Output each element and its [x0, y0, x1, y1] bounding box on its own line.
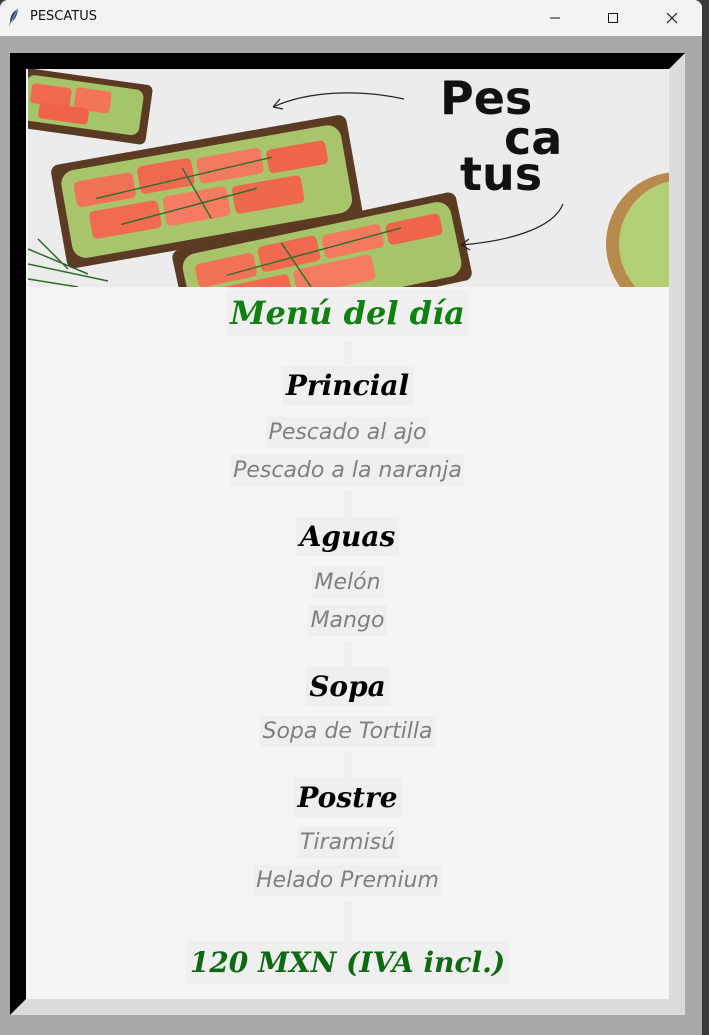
logo-line-3: tus	[460, 147, 542, 201]
section-heading-aguas: Aguas	[295, 517, 400, 556]
banner-artwork: Pes ca tus	[28, 69, 669, 287]
maximize-icon	[608, 13, 618, 23]
menu-item: Pescado a la naranja	[230, 455, 465, 486]
close-icon	[666, 12, 678, 24]
menu-panel: Pes ca tus Menú del día Princial Pescado…	[26, 69, 669, 999]
menu-item: Helado Premium	[253, 865, 442, 896]
maximize-button[interactable]	[585, 0, 641, 36]
spacer	[343, 641, 352, 667]
spacer	[343, 901, 352, 941]
title-bar[interactable]: PESCATUS	[0, 0, 702, 36]
menu-item: Pescado al ajo	[265, 417, 430, 448]
section-heading-principal: Princial	[281, 366, 414, 405]
section-heading-sopa: Sopa	[305, 667, 390, 706]
price-label: 120 MXN (IVA incl.)	[185, 941, 510, 984]
spacer	[343, 752, 352, 778]
spacer	[343, 491, 352, 517]
spacer	[343, 341, 352, 365]
menu-item: Sopa de Tortilla	[259, 716, 436, 747]
menu-item: Mango	[307, 605, 388, 636]
menu-item: Tiramisú	[296, 827, 399, 858]
app-window: PESCATUS Pes ca tus Menú del día Princia…	[0, 0, 702, 1035]
window-title: PESCATUS	[30, 9, 97, 24]
menu-item: Melón	[311, 567, 384, 598]
minimize-button[interactable]	[527, 0, 583, 36]
section-heading-postre: Postre	[293, 778, 402, 817]
close-button[interactable]	[644, 0, 700, 36]
feather-icon	[9, 9, 18, 27]
menu-title: Menú del día	[226, 290, 469, 336]
minimize-icon	[550, 17, 560, 19]
banner-image: Pes ca tus	[28, 69, 669, 287]
